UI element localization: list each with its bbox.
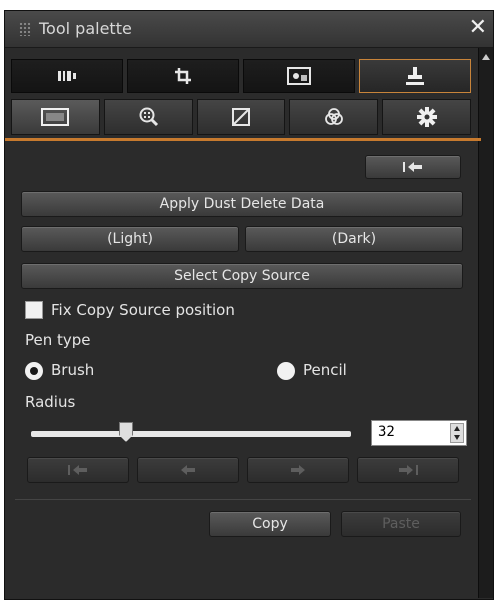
- title-bar[interactable]: Tool palette ✕: [5, 11, 493, 48]
- undo-button[interactable]: [137, 457, 239, 483]
- radius-spinbox[interactable]: 32: [371, 420, 467, 446]
- accent-divider: [5, 138, 481, 141]
- tab-image-adjust[interactable]: [243, 59, 355, 93]
- undo-all-history-button[interactable]: [27, 457, 129, 483]
- radius-slider-track[interactable]: [31, 431, 351, 437]
- tab-tone-curve[interactable]: [196, 99, 286, 135]
- redo-all-button[interactable]: [357, 457, 459, 483]
- stepper-up-icon[interactable]: [454, 426, 460, 431]
- undo-all-icon: [65, 463, 91, 477]
- window-title: Tool palette: [39, 19, 132, 38]
- fix-copy-source-label: Fix Copy Source position: [51, 301, 235, 319]
- radius-slider-thumb[interactable]: [119, 422, 133, 442]
- revert-all-button[interactable]: [365, 155, 461, 179]
- drag-grip-icon[interactable]: [19, 22, 31, 36]
- radius-stepper[interactable]: [450, 423, 464, 443]
- image-adjust-icon: [287, 67, 311, 85]
- radius-label: Radius: [25, 393, 76, 411]
- pen-type-label: Pen type: [25, 331, 91, 349]
- gear-icon: [416, 106, 438, 128]
- section-divider: [15, 499, 471, 500]
- light-button[interactable]: (Light): [21, 226, 239, 252]
- redo-icon: [287, 463, 309, 477]
- stamp-icon: [404, 65, 426, 87]
- radius-value[interactable]: 32: [378, 424, 395, 440]
- tab-color[interactable]: [289, 99, 379, 135]
- brush-radio[interactable]: [25, 362, 43, 380]
- tab-stamp[interactable]: [359, 59, 471, 93]
- paste-button[interactable]: Paste: [341, 511, 461, 537]
- close-button[interactable]: ✕: [469, 15, 487, 40]
- tab-settings[interactable]: [382, 99, 471, 135]
- main-tab-row: [11, 59, 471, 93]
- pencil-radio[interactable]: [277, 362, 295, 380]
- undo-icon: [177, 463, 199, 477]
- tab-crop[interactable]: [127, 59, 239, 93]
- color-circles-icon: [323, 106, 345, 128]
- scroll-up-arrow-icon[interactable]: [482, 54, 490, 60]
- copy-button[interactable]: Copy: [209, 511, 331, 537]
- sub-tab-row: [11, 99, 471, 135]
- crop-icon: [173, 66, 193, 86]
- picture-icon: [41, 108, 70, 126]
- stepper-down-icon[interactable]: [454, 435, 460, 440]
- fix-copy-source-checkbox[interactable]: [25, 301, 43, 319]
- tone-curve-icon: [231, 107, 251, 127]
- histogram-icon: [56, 69, 78, 83]
- tab-histogram[interactable]: [11, 59, 123, 93]
- pencil-label: Pencil: [303, 361, 347, 379]
- undo-all-icon: [400, 160, 426, 174]
- vertical-scrollbar[interactable]: [478, 48, 493, 598]
- tool-palette-window: Tool palette ✕ Apply Dust Delete Data (L…: [4, 10, 494, 600]
- brush-label: Brush: [51, 361, 95, 379]
- dark-button[interactable]: (Dark): [245, 226, 463, 252]
- zoom-detail-icon: [137, 106, 159, 128]
- select-copy-source-button[interactable]: Select Copy Source: [21, 263, 463, 289]
- redo-button[interactable]: [247, 457, 349, 483]
- redo-all-icon: [395, 463, 421, 477]
- tab-zoom-detail[interactable]: [103, 99, 193, 135]
- apply-dust-delete-button[interactable]: Apply Dust Delete Data: [21, 191, 463, 217]
- tab-picture-style[interactable]: [11, 99, 100, 135]
